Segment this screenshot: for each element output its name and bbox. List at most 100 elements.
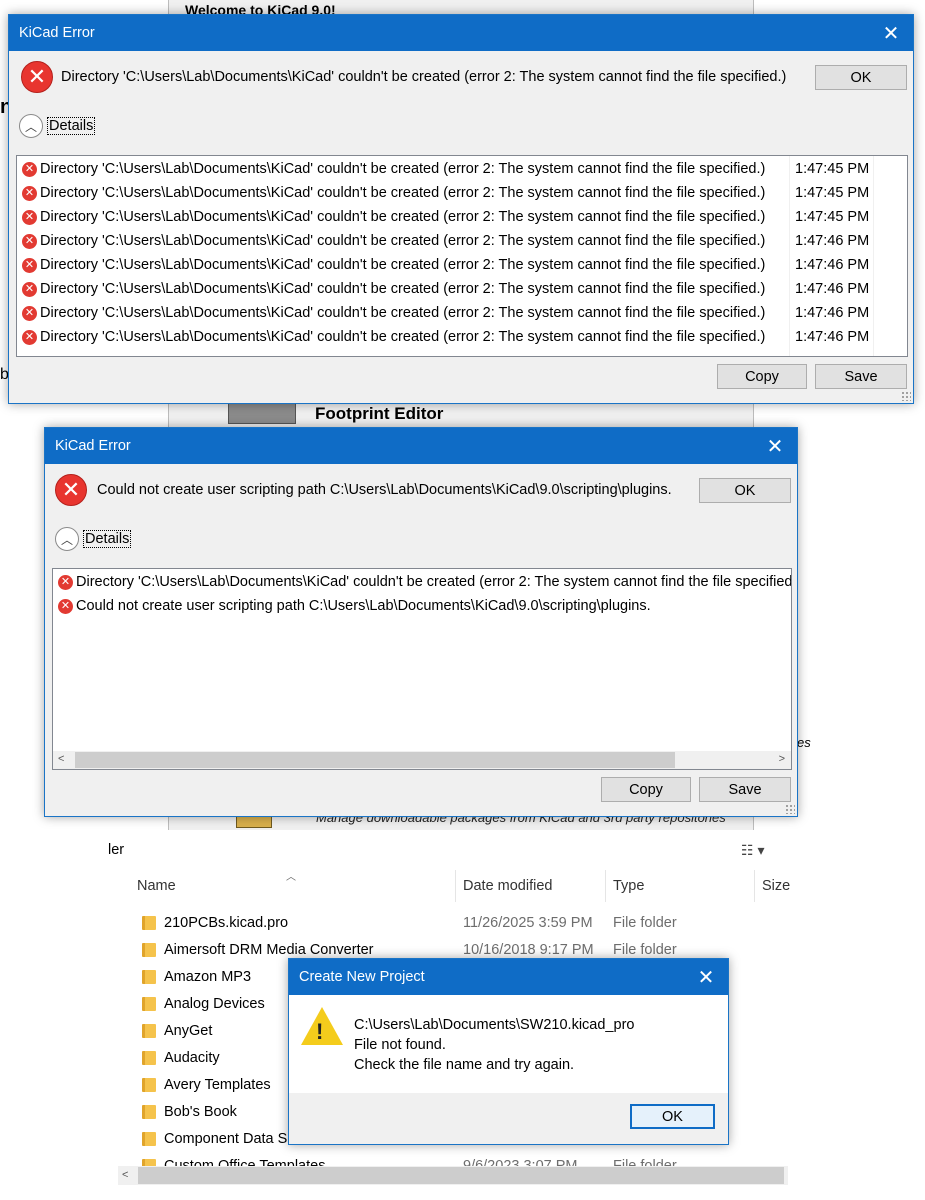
file-name: Avery Templates (164, 1077, 271, 1093)
file-type: File folder (613, 942, 677, 958)
log-time: 1:47:46 PM (795, 329, 870, 345)
log-message: Directory 'C:\Users\Lab\Documents\KiCad'… (40, 257, 766, 273)
horizontal-scrollbar[interactable]: < (118, 1166, 788, 1185)
scrollbar-thumb[interactable] (75, 752, 675, 768)
background-fragment: es (797, 735, 811, 750)
column-divider (789, 156, 790, 356)
error-icon: ✕ (22, 209, 37, 225)
column-date[interactable]: Date modified (463, 878, 552, 894)
log-message: Directory 'C:\Users\Lab\Documents\KiCad'… (40, 305, 766, 321)
log-row[interactable]: ✕ Directory 'C:\Users\Lab\Documents\KiCad… (17, 205, 907, 229)
hint-line: Check the file name and try again. (354, 1057, 575, 1073)
log-time: 1:47:45 PM (795, 209, 870, 225)
log-time: 1:47:45 PM (795, 161, 870, 177)
file-path: C:\Users\Lab\Documents\SW210.kicad_pro (354, 1017, 635, 1033)
error-icon: ✕ (22, 257, 37, 273)
details-log[interactable]: ✕ Directory 'C:\Users\Lab\Documents\KiCad… (16, 155, 908, 357)
log-message: Directory 'C:\Users\Lab\Documents\KiCad'… (40, 161, 766, 177)
folder-icon (142, 997, 156, 1011)
column-divider[interactable] (754, 870, 755, 902)
log-row[interactable]: ✕ Directory 'C:\Users\Lab\Documents\KiCad… (17, 325, 907, 349)
log-rows: ✕ Directory 'C:\Users\Lab\Documents\KiCad… (53, 570, 792, 618)
details-toggle[interactable]: ︿ Details (19, 114, 96, 138)
file-date: 10/16/2018 9:17 PM (463, 942, 594, 958)
column-divider (873, 156, 874, 356)
column-divider[interactable] (605, 870, 606, 902)
folder-icon (142, 1078, 156, 1092)
scroll-left-icon[interactable]: < (58, 753, 64, 765)
column-size[interactable]: Size (762, 878, 790, 894)
details-log[interactable]: ✕ Directory 'C:\Users\Lab\Documents\KiCad… (52, 568, 792, 770)
log-row[interactable]: ✕ Directory 'C:\Users\Lab\Documents\KiCad… (17, 229, 907, 253)
log-time: 1:47:46 PM (795, 281, 870, 297)
file-name: Bob's Book (164, 1104, 237, 1120)
column-divider[interactable] (455, 870, 456, 902)
dialog-titlebar[interactable]: KiCad Error ✕ (45, 428, 797, 464)
folder-icon (142, 916, 156, 930)
log-message: Directory 'C:\Users\Lab\Documents\KiCad'… (40, 233, 766, 249)
dialog-title: KiCad Error (19, 25, 95, 41)
scroll-left-icon[interactable]: < (122, 1169, 128, 1181)
resize-grip-icon[interactable] (901, 391, 911, 401)
footprint-editor-icon[interactable] (228, 404, 296, 424)
folder-icon (142, 1105, 156, 1119)
file-name: Component Data S (164, 1131, 288, 1147)
error-icon: ✕ (58, 574, 73, 590)
column-header: ︿ Name Date modified Type Size (108, 870, 792, 902)
log-message: Directory 'C:\Users\Lab\Documents\KiCad'… (40, 281, 766, 297)
file-type: File folder (613, 915, 677, 931)
kicad-error-dialog-2: KiCad Error ✕ ✕ Could not create user sc… (44, 427, 798, 817)
details-label[interactable]: Details (47, 117, 96, 135)
close-icon[interactable]: ✕ (684, 959, 728, 995)
footprint-editor-label[interactable]: Footprint Editor (315, 404, 443, 424)
log-row[interactable]: ✕ Directory 'C:\Users\Lab\Documents\KiCad… (17, 277, 907, 301)
ok-button[interactable]: OK (815, 65, 907, 90)
column-type[interactable]: Type (613, 878, 644, 894)
close-icon[interactable]: ✕ (869, 15, 913, 51)
copy-button[interactable]: Copy (601, 777, 691, 802)
column-name[interactable]: Name (137, 878, 176, 894)
scrollbar-thumb[interactable] (138, 1167, 784, 1184)
warning-icon-mark: ! (316, 1019, 324, 1044)
log-message: Directory 'C:\Users\Lab\Documents\KiCad'… (76, 574, 792, 590)
dialog-titlebar[interactable]: KiCad Error ✕ (9, 15, 913, 51)
log-row[interactable]: ✕ Directory 'C:\Users\Lab\Documents\KiCad… (53, 570, 792, 594)
error-icon: ✕ (21, 61, 53, 93)
log-row[interactable]: ✕ Directory 'C:\Users\Lab\Documents\KiCad… (17, 181, 907, 205)
scroll-right-icon[interactable]: > (779, 753, 785, 765)
chevron-up-icon[interactable]: ︿ (55, 527, 79, 551)
dialog-titlebar[interactable]: Create New Project ✕ (289, 959, 728, 995)
error-icon: ✕ (22, 233, 37, 249)
file-name: Aimersoft DRM Media Converter (164, 942, 374, 958)
folder-icon (142, 1132, 156, 1146)
details-label[interactable]: Details (83, 530, 132, 548)
log-time: 1:47:46 PM (795, 305, 870, 321)
error-icon: ✕ (58, 598, 73, 614)
view-options-icon[interactable]: ☷ ▾ (741, 842, 764, 859)
horizontal-scrollbar[interactable]: < > (53, 751, 791, 769)
error-icon: ✕ (22, 161, 37, 177)
ok-button[interactable]: OK (699, 478, 791, 503)
folder-icon (142, 943, 156, 957)
close-icon[interactable]: ✕ (753, 428, 797, 464)
save-button[interactable]: Save (699, 777, 791, 802)
error-message: Could not create user scripting path C:\… (97, 482, 672, 498)
resize-grip-icon[interactable] (785, 804, 795, 814)
file-name: Amazon MP3 (164, 969, 252, 985)
log-row[interactable]: ✕ Directory 'C:\Users\Lab\Documents\KiCad… (17, 157, 907, 181)
details-toggle[interactable]: ︿ Details (55, 527, 132, 551)
chevron-up-icon[interactable]: ︿ (19, 114, 43, 138)
log-message: Directory 'C:\Users\Lab\Documents\KiCad'… (40, 185, 766, 201)
log-row[interactable]: ✕ Directory 'C:\Users\Lab\Documents\KiCad… (17, 301, 907, 325)
dialog-title: Create New Project (299, 969, 425, 985)
log-time: 1:47:46 PM (795, 233, 870, 249)
error-icon: ✕ (55, 474, 87, 506)
log-row[interactable]: ✕ Directory 'C:\Users\Lab\Documents\KiCad… (17, 253, 907, 277)
save-button[interactable]: Save (815, 364, 907, 389)
file-row[interactable]: 210PCBs.kicad.pro 11/26/2025 3:59 PM File … (108, 910, 792, 937)
copy-button[interactable]: Copy (717, 364, 807, 389)
folder-icon (142, 1024, 156, 1038)
ok-button[interactable]: OK (630, 1104, 715, 1129)
create-project-dialog: Create New Project ✕ ! C:\Users\Lab\Docu… (288, 958, 729, 1145)
log-row[interactable]: ✕ Could not create user scripting path C:… (53, 594, 791, 618)
